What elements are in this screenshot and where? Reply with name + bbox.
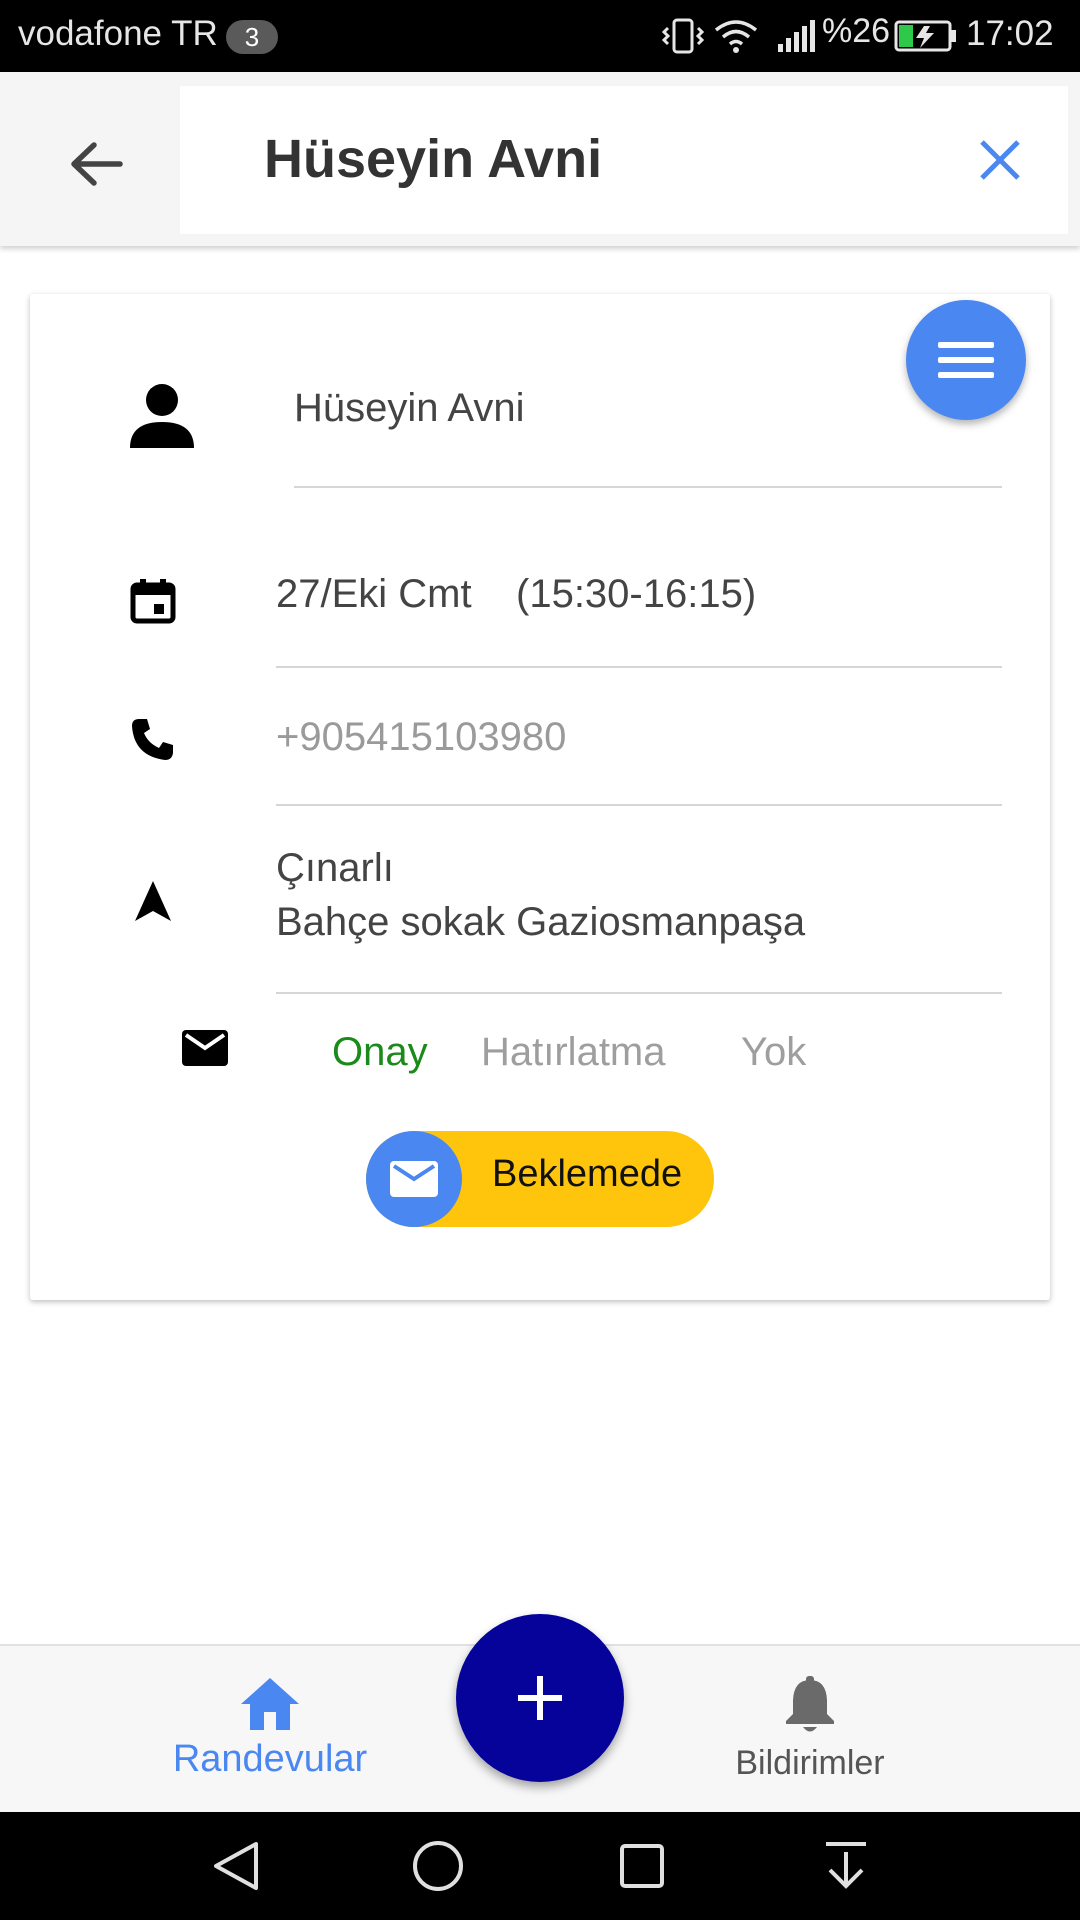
sms-option-onay[interactable]: Onay <box>332 1030 428 1075</box>
back-button[interactable] <box>54 122 138 206</box>
mail-icon <box>182 1030 228 1066</box>
name-underline <box>294 486 1002 488</box>
search-box[interactable]: Hüseyin Avni <box>180 86 1068 234</box>
carrier-name: vodafone TR <box>18 14 218 53</box>
wifi-icon <box>714 20 758 53</box>
triangle-back-icon <box>214 1842 258 1890</box>
nav-item-bildirimler[interactable]: Bildirimler <box>690 1646 930 1814</box>
phone-icon <box>130 716 176 762</box>
calendar-icon <box>130 578 176 624</box>
signal-icon <box>778 20 815 52</box>
phone-underline <box>276 804 1002 806</box>
vibrate-icon <box>661 18 705 54</box>
status-label: Beklemede <box>492 1153 683 1195</box>
system-nav-bar <box>0 1812 1080 1920</box>
clear-button[interactable] <box>960 120 1040 200</box>
arrow-left-icon <box>71 142 123 186</box>
sms-option-yok[interactable]: Yok <box>741 1030 806 1075</box>
notification-pulldown-button[interactable] <box>816 1836 876 1896</box>
add-appointment-button[interactable] <box>456 1614 624 1782</box>
app-header: Hüseyin Avni <box>0 72 1080 246</box>
time-range-field[interactable]: (15:30-16:15) <box>516 572 756 617</box>
square-recents-icon <box>620 1844 664 1888</box>
status-chip[interactable]: Beklemede <box>366 1131 714 1227</box>
system-recents-button[interactable] <box>612 1836 672 1896</box>
person-icon <box>128 382 196 450</box>
system-home-button[interactable] <box>408 1836 468 1896</box>
status-bar: vodafone TR 3 %26 17:02 <box>0 0 1080 72</box>
search-title: Hüseyin Avni <box>264 129 603 189</box>
address-line2[interactable]: Bahçe sokak Gaziosmanpaşa <box>276 900 805 945</box>
home-icon <box>241 1678 299 1730</box>
sim-badge: 3 <box>226 20 278 54</box>
system-back-button[interactable] <box>206 1836 266 1896</box>
navigation-icon <box>134 880 172 922</box>
name-field[interactable]: Hüseyin Avni <box>294 386 525 431</box>
plus-icon <box>518 1676 562 1720</box>
date-underline <box>276 666 1002 668</box>
address-underline <box>276 992 1002 994</box>
address-line1[interactable]: Çınarlı <box>276 846 394 891</box>
phone-field[interactable]: +905415103980 <box>276 715 566 760</box>
battery-percent: %26 <box>822 12 891 50</box>
nav-label-bildirimler: Bildirimler <box>735 1744 885 1782</box>
close-icon <box>980 140 1020 180</box>
nav-label-randevular: Randevular <box>172 1738 368 1780</box>
date-field[interactable]: 27/Eki Cmt <box>276 572 472 617</box>
menu-icon <box>938 342 994 378</box>
sms-option-hatirlatma[interactable]: Hatırlatma <box>481 1030 666 1075</box>
bell-icon <box>786 1676 834 1732</box>
battery-charging-icon <box>894 20 956 52</box>
clock: 17:02 <box>966 14 1054 53</box>
menu-button[interactable] <box>906 300 1026 420</box>
circle-home-icon <box>413 1841 463 1891</box>
nav-item-randevular[interactable]: Randevular <box>150 1646 390 1814</box>
status-mail-icon <box>366 1131 462 1227</box>
pulldown-arrow-icon <box>826 1842 866 1889</box>
